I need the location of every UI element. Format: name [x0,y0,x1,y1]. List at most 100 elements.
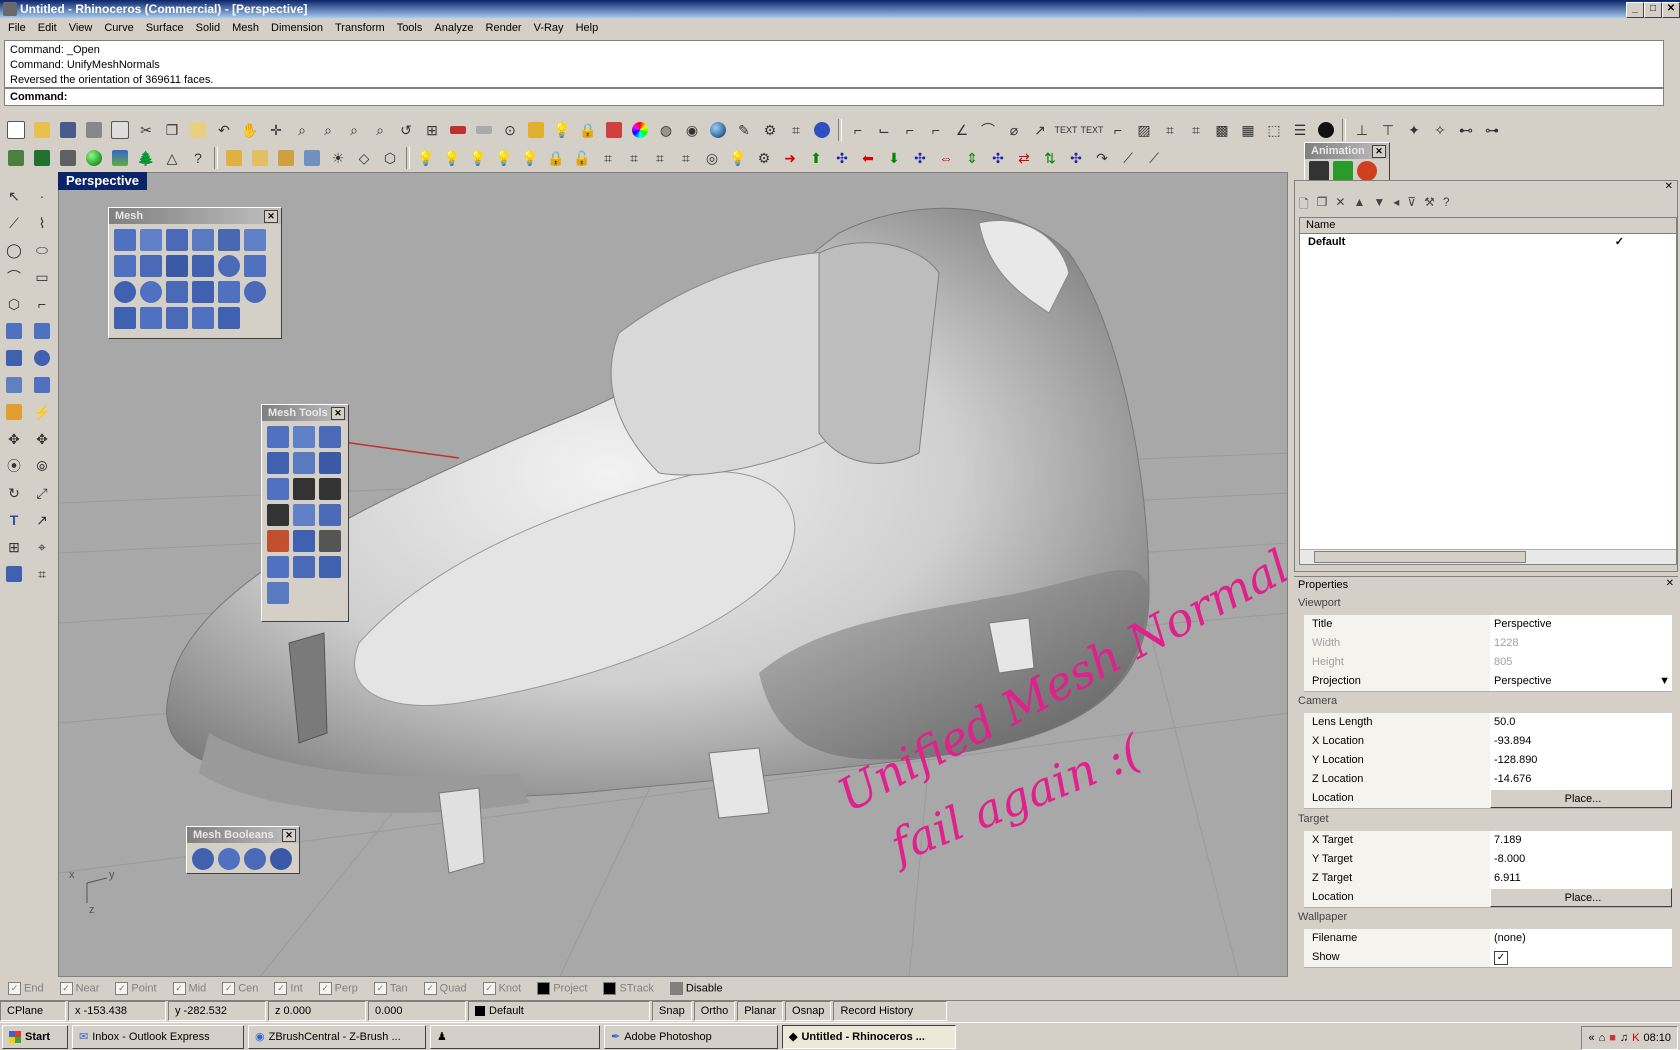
render-help-icon[interactable]: ? [186,146,210,170]
mesh-polygon-icon[interactable] [166,229,188,251]
move-down-icon[interactable]: ▼ [1373,195,1385,216]
mesh-trim-icon[interactable] [166,307,188,329]
command-input[interactable]: Command: [4,88,1664,106]
menu-analyze[interactable]: Analyze [428,22,479,34]
undo-view-icon[interactable]: ↺ [394,118,418,142]
name-column-header[interactable]: Name [1306,219,1335,231]
mesh-tool-icon[interactable] [267,478,289,500]
mesh-patch-icon[interactable] [192,229,214,251]
mesh-split-icon[interactable] [140,307,162,329]
osnap-toggle[interactable]: Osnap [785,1000,832,1021]
mesh-tool-icon[interactable] [319,530,341,552]
y-target-field[interactable]: -8.000 [1490,850,1672,869]
fillet-icon[interactable]: ⌐ [30,292,54,316]
horizontal-scrollbar[interactable] [1300,549,1676,564]
filter-icon[interactable]: ⊽ [1407,195,1416,216]
mesh-cube-icon[interactable] [166,255,188,277]
tray-network-icon[interactable]: ⌂ [1599,1032,1606,1044]
boolean-intersection-icon[interactable] [244,848,266,870]
plane-icon[interactable]: ⊷ [1454,118,1478,142]
viewport-title-tab[interactable]: Perspective [58,172,147,190]
wireframe-icon[interactable]: ◍ [654,118,678,142]
osnap-perp[interactable]: ✓ Perp [318,981,358,995]
circle-icon[interactable]: ◯ [2,238,26,262]
hatch-pattern-icon[interactable]: ▩ [1210,118,1234,142]
surface-corner-icon[interactable] [2,319,26,343]
menu-tools[interactable]: Tools [391,22,429,34]
arrow-cross-down-icon[interactable]: ✣ [908,146,932,170]
camera-icon[interactable]: ◎ [700,146,724,170]
mesh-tool-icon[interactable] [293,530,315,552]
split-icon[interactable]: ⚡ [30,400,54,424]
task-unnamed[interactable]: ♟ [430,1024,600,1049]
y-location-field[interactable]: -128.890 [1490,751,1672,770]
zoom-selected-icon[interactable]: ⌕ [368,118,392,142]
arrow-cross-icon[interactable]: ✣ [830,146,854,170]
lock-open-icon[interactable]: 🔓 [570,146,594,170]
animation-title[interactable]: Animation ✕ [1305,143,1389,159]
viewport-title-field[interactable]: Perspective [1490,615,1672,634]
maximize-button[interactable]: □ [1644,2,1662,18]
mesh-explode-icon[interactable] [218,307,240,329]
spotlight-icon[interactable]: △ [160,146,184,170]
snap-toggle[interactable]: Snap [652,1000,692,1021]
mesh-tool-icon[interactable] [319,426,341,448]
mesh-from-surface-icon[interactable] [140,229,162,251]
environment-icon[interactable] [108,146,132,170]
analyze-icon[interactable]: ⌖ [30,535,54,559]
shield-icon[interactable]: ⬡ [378,146,402,170]
ellipse-icon[interactable]: ⬭ [30,238,54,262]
rotate-view-icon[interactable]: ✛ [264,118,288,142]
mesh-tool-icon[interactable] [267,426,289,448]
mesh-offset-icon[interactable] [114,307,136,329]
current-layer[interactable]: Default [468,1000,650,1021]
grid-tool-icon[interactable]: ⌗ [30,562,54,586]
dimension-radius-icon[interactable]: ⌒ [976,118,1000,142]
render-icon[interactable]: ✎ [732,118,756,142]
copy-layer-icon[interactable]: ❐ [1317,195,1328,216]
osnap-quad[interactable]: ✓ Quad [423,981,467,995]
paste-icon[interactable] [186,118,210,142]
tree-icon[interactable]: 🌲 [134,146,158,170]
menu-help[interactable]: Help [570,22,605,34]
task-rhinoceros[interactable]: ◆ Untitled - Rhinoceros ... [782,1024,956,1049]
import-icon[interactable] [4,146,28,170]
lock-icon[interactable]: 🔒 [576,118,600,142]
move-icon[interactable]: ✥ [2,427,26,451]
x-location-field[interactable]: -93.894 [1490,732,1672,751]
scale-icon[interactable]: ⤢ [30,481,54,505]
layer-row[interactable]: Default ✓ [1300,234,1676,250]
print-icon[interactable] [82,118,106,142]
boolean-union-icon[interactable]: ⦿ [2,454,26,478]
line-icon[interactable]: ⟋ [1116,146,1140,170]
move-up-icon[interactable]: ▲ [1353,195,1365,216]
mesh-tool-icon[interactable] [293,504,315,526]
light-on-icon[interactable]: 💡 [440,146,464,170]
copy-move-icon[interactable]: ✥ [30,427,54,451]
cut-icon[interactable]: ✂ [134,118,158,142]
rectangle-icon[interactable]: ▭ [30,265,54,289]
dimension-horizontal-icon[interactable]: ⌐ [846,118,870,142]
decal-icon[interactable]: ◇ [352,146,376,170]
star-outline-icon[interactable]: ✧ [1428,118,1452,142]
export-icon[interactable] [108,118,132,142]
explode-icon[interactable] [2,400,26,424]
projection-dropdown[interactable]: Perspective ▼ [1490,672,1672,691]
z-target-field[interactable]: 6.911 [1490,869,1672,888]
mesh-tool-icon[interactable] [293,426,315,448]
mesh-tool-icon[interactable] [267,530,289,552]
car-icon[interactable] [446,118,470,142]
mesh-torus-icon[interactable] [218,255,240,277]
close-icon[interactable]: ✕ [264,210,278,223]
line-alt-icon[interactable]: ⟋ [1142,146,1166,170]
back-icon[interactable]: ◂ [1393,195,1399,216]
open-folder-icon[interactable] [30,118,54,142]
osnap-tan[interactable]: ✓ Tan [373,981,408,995]
light-array-icon[interactable]: 💡 [492,146,516,170]
start-button[interactable]: Start [2,1024,68,1049]
osnap-icon[interactable]: ⊙ [498,118,522,142]
grid-snap-icon[interactable] [524,118,548,142]
arrow-up-down-icon[interactable]: ⇕ [960,146,984,170]
show-wallpaper-checkbox[interactable]: ✓ [1494,951,1508,965]
arrow-up-green-icon[interactable]: ⬆ [804,146,828,170]
